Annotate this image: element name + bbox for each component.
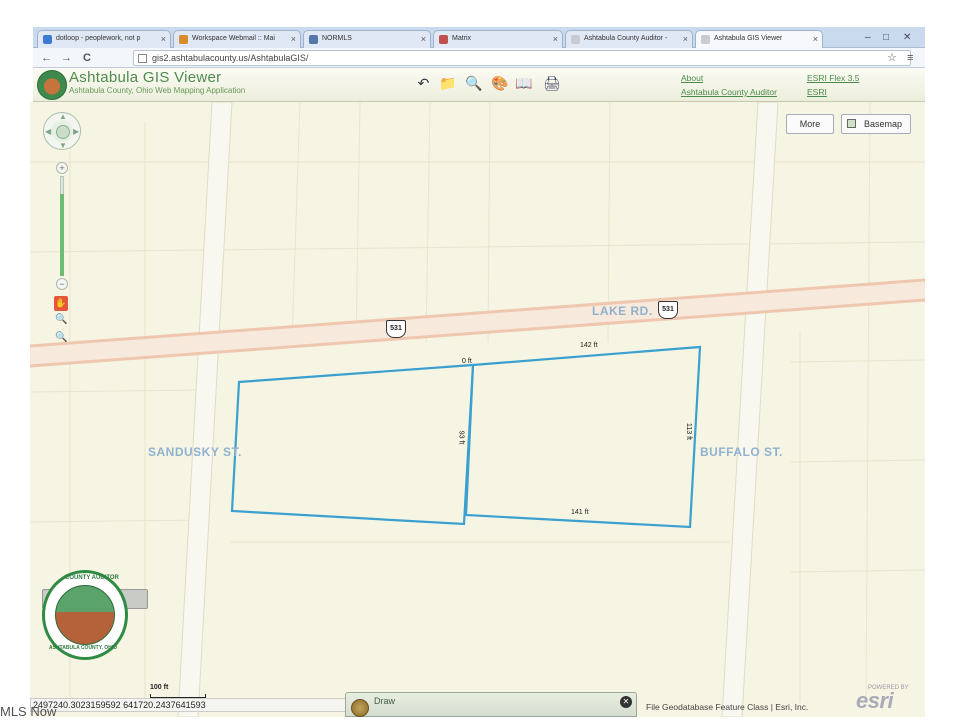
- url-text: gis2.ashtabulacounty.us/AshtabulaGIS/: [152, 53, 309, 63]
- back-arrow-icon[interactable]: ←: [41, 51, 52, 65]
- pan-down-icon[interactable]: ▼: [59, 141, 67, 150]
- globe-icon[interactable]: [56, 125, 70, 139]
- close-tab-icon[interactable]: ×: [421, 31, 426, 47]
- street-sandusky: [177, 102, 233, 717]
- zoom-slider-fill: [60, 194, 64, 276]
- webmail-favicon-icon: [179, 35, 188, 44]
- close-window-icon[interactable]: ✕: [903, 32, 911, 43]
- close-icon[interactable]: ✕: [620, 696, 632, 708]
- address-bar: ← → C gis2.ashtabulacounty.us/AshtabulaG…: [33, 48, 925, 68]
- forward-arrow-icon[interactable]: →: [61, 51, 72, 65]
- draw-panel-title: Draw: [374, 696, 396, 706]
- draw-widget-icon: [351, 699, 369, 717]
- zoom-in-magnifier-icon[interactable]: 🔍: [55, 314, 67, 325]
- app-subtitle: Ashtabula County, Ohio Web Mapping Appli…: [69, 86, 246, 95]
- reload-icon[interactable]: C: [83, 51, 91, 65]
- close-tab-icon[interactable]: ×: [683, 31, 688, 47]
- undo-icon[interactable]: ↶: [415, 74, 432, 92]
- map-navigation: ▲ ▼ ◀ ▶ + − ✋ 🔍 🔍: [40, 110, 84, 350]
- browser-tab-bar: dotloop - peoplework, not p × Workspace …: [33, 27, 925, 48]
- tab-auditor[interactable]: Ashtabula County Auditor - ×: [565, 30, 693, 48]
- close-tab-icon[interactable]: ×: [291, 31, 296, 47]
- dimension-label: 142 ft: [580, 342, 598, 349]
- pan-control[interactable]: ▲ ▼ ◀ ▶: [43, 112, 81, 150]
- tab-matrix[interactable]: Matrix ×: [433, 30, 563, 48]
- seal-emblem: [55, 585, 115, 645]
- close-tab-icon[interactable]: ×: [813, 31, 818, 47]
- normls-favicon-icon: [309, 35, 318, 44]
- dimension-label: 141 ft: [571, 509, 589, 516]
- county-auditor-seal: COUNTY AUDITOR ASHTABULA COUNTY, OHIO: [42, 570, 128, 660]
- zoom-out-magnifier-icon[interactable]: 🔍: [55, 332, 67, 343]
- scale-bar-label: 100 ft: [150, 684, 169, 691]
- seal-bottom-text: ASHTABULA COUNTY, OHIO: [49, 645, 118, 651]
- map-attribution: File Geodatabase Feature Class | Esri, I…: [646, 702, 809, 712]
- basemap-grid-icon: [847, 119, 856, 128]
- page-favicon-icon: [701, 35, 710, 44]
- pan-hand-icon[interactable]: ✋: [54, 296, 68, 311]
- coordinate-readout: 2497240.3023159592 641720.2437641593: [30, 698, 350, 712]
- seal-top-text: COUNTY AUDITOR: [65, 575, 119, 581]
- matrix-favicon-icon: [439, 35, 448, 44]
- pan-up-icon[interactable]: ▲: [59, 112, 67, 121]
- tab-dotloop[interactable]: dotloop - peoplework, not p ×: [37, 30, 171, 48]
- maximize-icon[interactable]: □: [883, 32, 889, 43]
- dimension-label: 0 ft: [462, 358, 472, 365]
- url-input[interactable]: gis2.ashtabulacounty.us/AshtabulaGIS/: [133, 50, 911, 66]
- county-seal-logo: [37, 70, 67, 100]
- pan-left-icon[interactable]: ◀: [45, 127, 51, 136]
- dimension-label: 113 ft: [685, 423, 692, 440]
- esri-link[interactable]: ESRI: [807, 87, 827, 97]
- map-view[interactable]: LAKE RD. SANDUSKY ST. BUFFALO ST. 531 53…: [30, 102, 925, 717]
- palette-icon[interactable]: 🎨: [491, 74, 508, 92]
- page-favicon-icon: [571, 35, 580, 44]
- close-tab-icon[interactable]: ×: [161, 31, 166, 47]
- dimension-label: 93 ft: [457, 430, 465, 445]
- tab-webmail[interactable]: Workspace Webmail :: Mai ×: [173, 30, 301, 48]
- mls-watermark: MLS Now: [0, 704, 57, 719]
- bookmark-star-icon[interactable]: ☆: [887, 51, 897, 65]
- zoom-out-button[interactable]: −: [56, 278, 68, 290]
- auditor-link[interactable]: Ashtabula County Auditor: [681, 87, 777, 97]
- minimize-icon[interactable]: –: [865, 32, 871, 43]
- esri-flex-link[interactable]: ESRI Flex 3.5: [807, 73, 859, 83]
- parcel-left[interactable]: [230, 363, 475, 526]
- map-canvas: [30, 102, 925, 717]
- esri-logo: esri: [856, 688, 894, 713]
- parcel-right[interactable]: [464, 345, 702, 529]
- street-label-buffalo: BUFFALO ST.: [700, 445, 783, 459]
- app-title: Ashtabula GIS Viewer: [69, 69, 222, 86]
- book-icon[interactable]: 📖: [515, 74, 532, 92]
- route-shield-icon: 531: [658, 301, 678, 319]
- app-header: Ashtabula GIS Viewer Ashtabula County, O…: [33, 68, 925, 102]
- route-shield-icon: 531: [386, 320, 406, 338]
- street-label-sandusky: SANDUSKY ST.: [148, 445, 242, 459]
- about-link[interactable]: About: [681, 73, 703, 83]
- tab-normls[interactable]: NORMLS ×: [303, 30, 431, 48]
- more-button[interactable]: More: [786, 114, 834, 134]
- basemap-button[interactable]: Basemap: [841, 114, 911, 134]
- page-icon: [138, 54, 147, 63]
- pan-right-icon[interactable]: ▶: [73, 127, 79, 136]
- print-icon[interactable]: 🖨: [543, 74, 561, 92]
- parcel-outlines: [230, 345, 702, 529]
- road-lake-rd: [30, 278, 925, 368]
- zoom-in-button[interactable]: +: [56, 162, 68, 174]
- close-tab-icon[interactable]: ×: [553, 31, 558, 47]
- dotloop-favicon-icon: [43, 35, 52, 44]
- browser-menu-icon[interactable]: ≡: [907, 51, 913, 65]
- search-icon[interactable]: 🔍: [465, 74, 482, 92]
- tab-gis-viewer[interactable]: Ashtabula GIS Viewer ×: [695, 30, 823, 48]
- folder-icon[interactable]: 📁: [439, 74, 456, 92]
- draw-panel[interactable]: Draw ✕: [345, 692, 637, 717]
- street-label-lake-rd: LAKE RD.: [592, 304, 653, 318]
- street-buffalo: [721, 102, 779, 717]
